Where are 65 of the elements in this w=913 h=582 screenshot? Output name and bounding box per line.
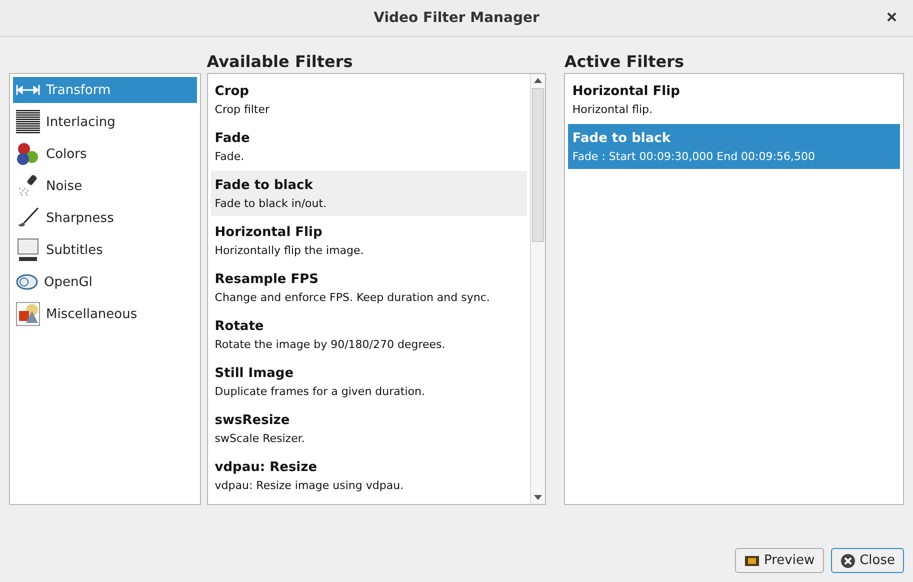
filter-name: vdpau: Resize — [214, 460, 318, 474]
subtitle-frame-icon — [16, 238, 40, 262]
category-label: Colors — [46, 146, 87, 162]
filter-item[interactable]: vdpau: Resize vdpau: Resize image using vdpau. — [210, 453, 528, 498]
section-heading: Active Filters — [564, 51, 686, 73]
filter-description: Horizontally flip the image. — [214, 244, 365, 256]
filter-name: Fade to black — [214, 178, 314, 192]
filter-name: Crop — [214, 84, 250, 98]
filter-name: Horizontal Flip — [572, 84, 681, 98]
filter-item[interactable]: Resample FPS Change and enforce FPS. Keep duration and sync. — [210, 265, 528, 310]
category-item[interactable]: Sharpness — [13, 205, 197, 231]
filter-description: Fade : Start 00:09:30,000 End 00:09:56,500 — [572, 150, 816, 162]
category-item[interactable]: Subtitles — [13, 237, 197, 263]
window-title: Video Filter Manager — [374, 10, 540, 26]
section-heading: Available Filters — [206, 51, 354, 73]
filter-item[interactable]: Still Image Duplicate frames for a given duration. — [210, 359, 528, 404]
filter-name: Fade to black — [572, 130, 672, 146]
close-icon — [840, 552, 856, 568]
category-label: Noise — [46, 178, 82, 194]
scrollbar[interactable] — [530, 74, 546, 504]
spray-can-icon — [16, 174, 40, 198]
category-item[interactable]: Interlacing — [13, 109, 197, 135]
category-label: Subtitles — [46, 242, 103, 258]
filter-item[interactable]: Crop Crop filter — [210, 77, 528, 122]
width-arrow-icon — [16, 84, 40, 96]
close-button[interactable]: Close — [830, 548, 904, 573]
filter-item[interactable]: Fade Fade. — [210, 124, 528, 169]
filter-name: swsResize — [214, 412, 291, 428]
filter-description: Horizontal flip. — [572, 102, 654, 116]
film-icon — [744, 554, 760, 568]
shapes-icon — [16, 302, 40, 326]
filter-item[interactable]: Fade to black Fade to black in/out. — [210, 171, 528, 216]
horizontal-lines-icon — [16, 110, 40, 134]
filter-description: Crop filter — [214, 102, 271, 116]
filter-name: Still Image — [214, 366, 295, 380]
filter-name: Fade — [214, 130, 251, 146]
filter-item[interactable]: Rotate Rotate the image by 90/180/270 degrees. — [210, 312, 528, 357]
filter-name: Resample FPS — [214, 272, 320, 286]
close-button[interactable]: × — [882, 7, 901, 28]
filter-description: Fade to black in/out. — [214, 196, 328, 210]
globe-badge-icon — [16, 274, 38, 290]
category-item[interactable]: Noise — [13, 173, 197, 199]
category-label: Transform — [46, 82, 111, 98]
category-item[interactable]: Miscellaneous — [13, 301, 197, 327]
filter-description: swScale Resizer. — [214, 432, 306, 444]
filter-description: Change and enforce FPS. Keep duration and sync. — [214, 290, 491, 304]
category-label: Sharpness — [46, 210, 114, 226]
filter-name: Rotate — [214, 318, 265, 334]
filter-item[interactable]: swsResize swScale Resizer. — [210, 406, 528, 451]
filter-item[interactable]: Horizontal Flip Horizontal flip. — [568, 77, 900, 122]
category-item[interactable]: OpenGl — [13, 269, 197, 295]
category-label: Interlacing — [46, 114, 116, 130]
category-item[interactable]: Transform — [13, 77, 197, 103]
filter-description: Duplicate frames for a given duration. — [214, 384, 426, 398]
category-item[interactable]: Colors — [13, 141, 197, 167]
category-label: OpenGl — [44, 274, 92, 290]
filter-item[interactable]: Fade to black Fade : Start 00:09:30,000 End 00:09:56,500 — [568, 124, 900, 169]
filter-description: Rotate the image by 90/180/270 degrees. — [214, 338, 446, 350]
filter-name: Horizontal Flip — [214, 224, 324, 240]
preview-button[interactable]: Preview — [734, 548, 824, 573]
filter-description: Fade. — [214, 150, 246, 162]
color-balls-icon — [16, 142, 40, 166]
filter-description: vdpau: Resize image using vdpau. — [214, 478, 405, 492]
category-label: Miscellaneous — [46, 306, 138, 322]
filter-item[interactable]: Horizontal Flip Horizontally flip the image. — [210, 218, 528, 263]
